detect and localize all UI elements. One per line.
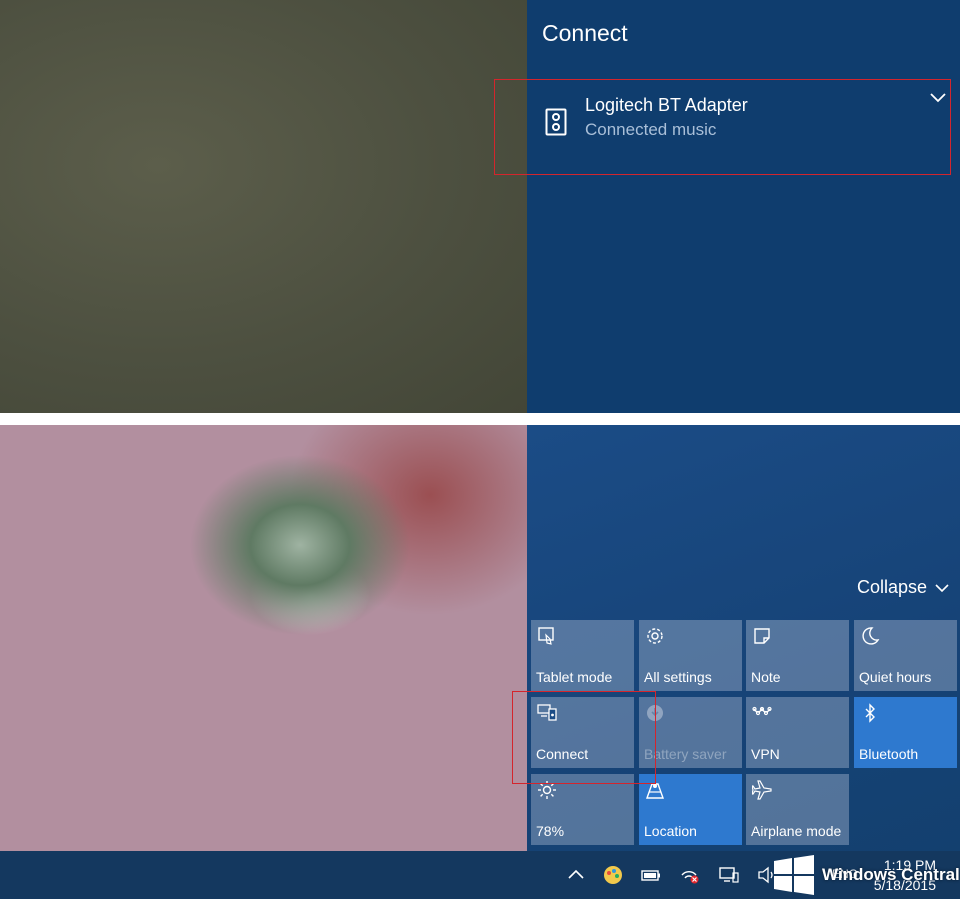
- gear-icon: [647, 628, 663, 644]
- top-screenshot: Connect Logitech BT Adapter Connected mu…: [0, 0, 960, 413]
- quick-action-quiet-hours[interactable]: Quiet hours: [854, 620, 957, 691]
- tile-label: All settings: [644, 669, 712, 685]
- paint-icon[interactable]: [602, 865, 624, 885]
- tile-label: Note: [751, 669, 781, 685]
- quick-action-bluetooth[interactable]: Bluetooth: [854, 697, 957, 768]
- windows-central-watermark: Windows Central: [772, 855, 960, 895]
- connect-pane-title: Connect: [542, 20, 628, 46]
- chevron-up-icon[interactable]: [565, 865, 587, 885]
- quick-action-tablet-mode[interactable]: Tablet mode: [531, 620, 634, 691]
- highlight-box: [494, 79, 951, 175]
- bottom-screenshot: Collapse Tablet mode All settings Note Q…: [0, 425, 960, 899]
- quick-action-note[interactable]: Note: [746, 620, 849, 691]
- highlight-box: [512, 691, 656, 784]
- moon-icon: [862, 627, 880, 645]
- tile-label: VPN: [751, 746, 780, 762]
- quick-action-location[interactable]: Location: [639, 774, 742, 845]
- tile-label: 78%: [536, 823, 565, 839]
- desktop-wallpaper: [0, 425, 527, 851]
- bluetooth-icon: [865, 703, 875, 723]
- desktop-wallpaper: [0, 0, 527, 413]
- vpn-icon: [752, 706, 772, 716]
- network-error-icon[interactable]: [679, 865, 701, 885]
- tile-label: Location: [644, 823, 697, 839]
- tablet-mode-icon: [538, 627, 554, 645]
- tile-label: Airplane mode: [751, 823, 842, 839]
- connect-pane: Connect Logitech BT Adapter Connected mu…: [527, 0, 960, 413]
- quick-action-airplane-mode[interactable]: Airplane mode: [746, 774, 849, 845]
- quick-action-vpn[interactable]: VPN: [746, 697, 849, 768]
- image-divider: [0, 413, 960, 425]
- collapse-button[interactable]: Collapse: [857, 577, 949, 598]
- quick-action-all-settings[interactable]: All settings: [639, 620, 742, 691]
- note-icon: [754, 628, 770, 644]
- display-icon[interactable]: [718, 865, 740, 885]
- tile-label: Battery saver: [644, 746, 727, 762]
- quick-action-brightness[interactable]: 78%: [531, 774, 634, 845]
- battery-icon[interactable]: [640, 865, 662, 885]
- airplane-icon: [752, 780, 772, 800]
- chevron-down-icon: [935, 583, 949, 592]
- windows-logo-icon: [774, 855, 814, 895]
- tile-label: Tablet mode: [536, 669, 613, 685]
- watermark-text: Windows Central: [822, 865, 960, 884]
- tile-label: Quiet hours: [859, 669, 932, 685]
- collapse-label: Collapse: [857, 577, 928, 597]
- taskbar: ENG 1:19 PM 5/18/2015 Windows Central: [0, 851, 960, 899]
- tile-label: Bluetooth: [859, 746, 919, 762]
